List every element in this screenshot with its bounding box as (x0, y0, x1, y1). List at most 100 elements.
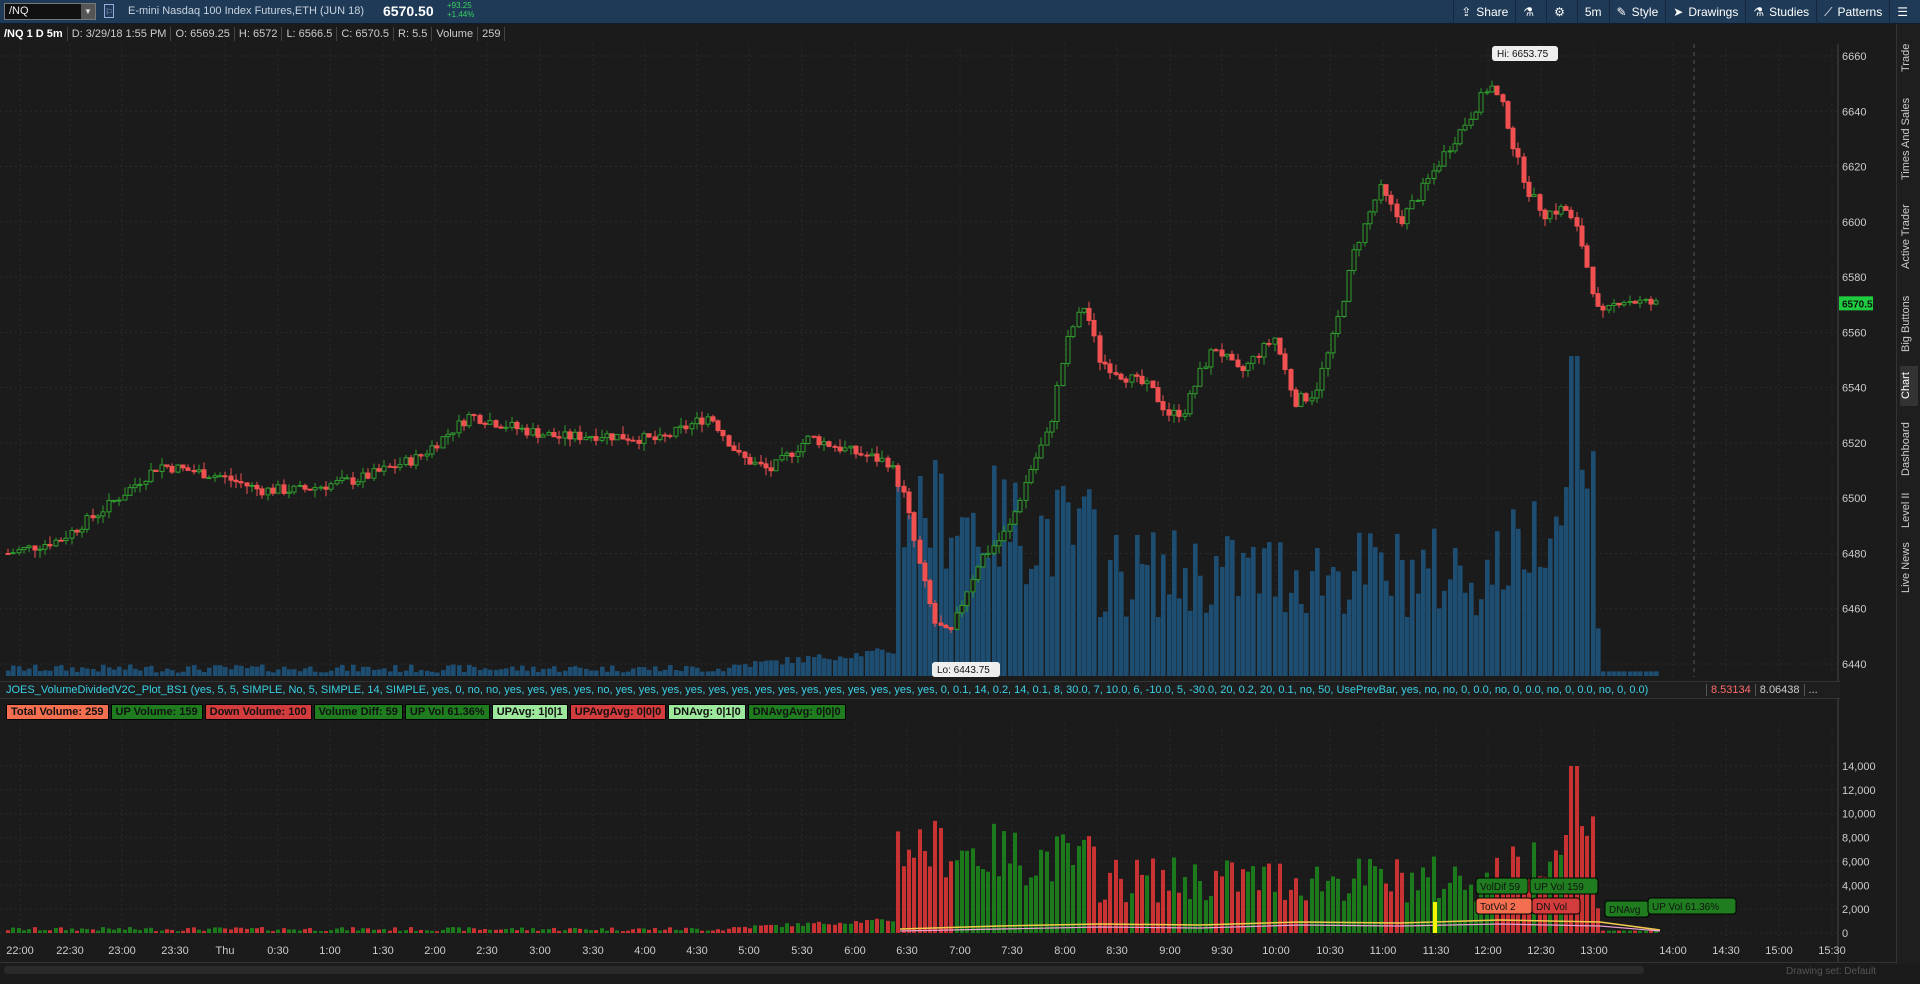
volume-overlay-bar (1108, 560, 1113, 676)
volume-study-bar (419, 929, 423, 933)
sidebar-tab-chart[interactable]: Chart (1900, 366, 1918, 406)
horizontal-scrollbar[interactable] (4, 966, 1644, 974)
volume-study-bar (515, 930, 519, 933)
flag-icon[interactable]: ⚐ (104, 4, 114, 18)
sidebar-tab-big-buttons[interactable]: Big Buttons (1900, 286, 1918, 361)
candle-body (100, 511, 106, 517)
volume-study-bar (896, 831, 900, 933)
studies-button[interactable]: ⚗ Studies (1745, 0, 1816, 24)
volume-study-bar (986, 871, 990, 933)
volume-study-bar (1018, 865, 1022, 933)
candle-body (657, 434, 663, 441)
volume-study-bar (976, 865, 980, 933)
candle-body (1182, 413, 1188, 417)
candle-body (42, 543, 48, 550)
volume-overlay-bar (1294, 570, 1299, 676)
style-button[interactable]: ✎ Style (1608, 0, 1666, 24)
volume-overlay-bar (64, 670, 69, 676)
sidebar-tab-live-news[interactable]: Live News (1900, 538, 1918, 598)
5m-button[interactable]: 5m (1576, 0, 1609, 24)
sidebar-tab-trade[interactable]: Trade (1900, 28, 1918, 88)
menu-button[interactable]: ☰ (1889, 0, 1920, 24)
volume-study-bar (425, 930, 429, 933)
price-change: +93.25 +1.44% (447, 1, 474, 19)
candle-body (715, 420, 721, 431)
candle-body (1054, 385, 1060, 422)
volume-study-bar (154, 931, 158, 933)
volume-study-bar (308, 928, 312, 933)
candle-body (683, 425, 689, 430)
volume-overlay-bar (38, 671, 43, 676)
chart-canvas[interactable]: 6660 6640 6620 6600 6580 6560 6540 6520 6500 6480… (0, 44, 1896, 984)
volume-study-bar (626, 930, 630, 933)
volume-study-bar (1008, 863, 1012, 933)
patterns-button[interactable]: ⟋ Patterns (1816, 0, 1889, 24)
study-more[interactable]: ... (1803, 684, 1822, 696)
volume-overlay-bar (1548, 538, 1553, 676)
volume-overlay-bar (186, 666, 191, 676)
candle-body (1134, 374, 1140, 377)
candle-body (1023, 482, 1029, 501)
volume-overlay-bar (504, 668, 509, 676)
volume-study-bar (780, 927, 784, 933)
volume-overlay-bar (181, 671, 186, 676)
candle-body (477, 414, 483, 424)
volume-overlay-bar (1230, 539, 1235, 676)
volume-study-bar (1082, 839, 1086, 933)
volume-study-bar (1055, 836, 1059, 933)
volume-study-bar (176, 931, 180, 933)
drawing-set[interactable]: Drawing set: Default (1786, 966, 1876, 977)
volume-overlay-bar (494, 669, 499, 676)
candle-body (1436, 165, 1442, 172)
volume-study-bar (160, 930, 164, 933)
candle-body (1330, 332, 1336, 354)
volume-study-bar (1177, 892, 1181, 933)
volume-overlay-bar (1145, 565, 1150, 676)
volume-overlay-bar (1262, 548, 1267, 676)
share-button[interactable]: ⇪ Share (1453, 0, 1515, 24)
candle-body (418, 454, 424, 457)
candle-body (1462, 124, 1468, 131)
volume-study-bar (260, 927, 264, 933)
time-tick-label: 2:30 (476, 945, 497, 957)
flask-button[interactable]: ⚗ (1515, 0, 1546, 24)
sidebar-tab-dashboard[interactable]: Dashboard (1900, 414, 1918, 484)
volume-study-bar (621, 931, 625, 933)
price-tick-label: 6660 (1842, 51, 1866, 63)
candle-body (1113, 372, 1119, 375)
volume-overlay-bar (1479, 599, 1484, 676)
candle-body (816, 436, 822, 446)
symbol-input[interactable]: /NQ ▼ (4, 3, 96, 20)
sidebar-tab-active-trader[interactable]: Active Trader (1900, 194, 1918, 279)
candle-body (1547, 210, 1553, 220)
volume-overlay-bar (780, 664, 785, 676)
candle-body (853, 445, 859, 455)
symbol-period: /NQ 1 D 5m (0, 27, 68, 41)
chevron-down-icon[interactable]: ▼ (81, 4, 95, 19)
volume-overlay-bar (637, 666, 642, 676)
candle-body (1245, 362, 1251, 371)
volume-overlay-bar (27, 668, 32, 676)
drawings-button[interactable]: ➤ Drawings (1665, 0, 1745, 24)
volume-study-bar (361, 928, 365, 933)
candle-body (461, 420, 467, 427)
volume-study-bar (981, 869, 985, 933)
sidebar-tab-level-ii[interactable]: Level II (1900, 490, 1918, 530)
price-tick-label: 6580 (1842, 272, 1866, 284)
volume-overlay-bar (123, 669, 128, 676)
volume-study-bar (223, 928, 227, 933)
volume-study-bar (658, 930, 662, 933)
volume-study-bar (838, 922, 842, 933)
gear-button[interactable]: ⚙ (1546, 0, 1577, 24)
volume-overlay-bar (170, 670, 175, 676)
sidebar-tab-times-and-sales[interactable]: Times And Sales (1900, 94, 1918, 184)
study-header[interactable]: JOES_VolumeDividedV2C_Plot_BS1 (yes, 5, … (0, 681, 1840, 699)
volume-overlay-bar (1389, 595, 1394, 676)
volume-study-bar (1066, 842, 1070, 933)
candle-body (1028, 469, 1034, 484)
volume-study-bar (1002, 831, 1006, 933)
volume-overlay-bar (409, 664, 414, 676)
time-tick-label: 4:00 (634, 945, 655, 957)
candle-body (1044, 431, 1050, 446)
volume-study-bar (80, 928, 84, 933)
